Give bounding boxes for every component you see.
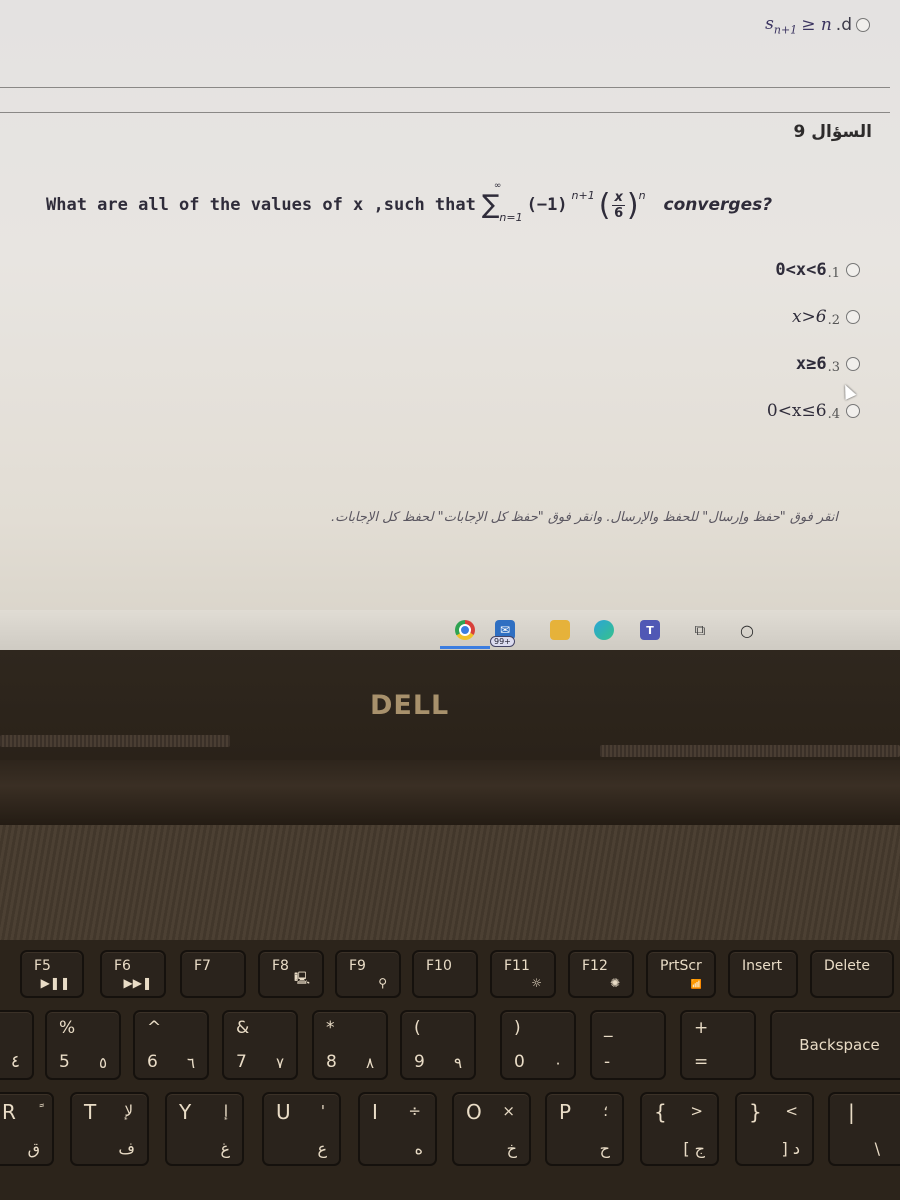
divider — [0, 112, 890, 113]
dell-logo: DELL — [370, 690, 450, 721]
key-f8[interactable]: F8 🖳 — [258, 950, 324, 998]
base-exponent: n+1 — [571, 188, 595, 202]
radio-button-icon[interactable] — [856, 18, 870, 33]
answer-option-4[interactable]: 0<x≤6 .4 — [767, 399, 860, 423]
key-prtscr[interactable]: PrtScr 📶 — [646, 950, 716, 998]
question-title: السؤال 9 — [793, 122, 872, 142]
option-d-relation: ≥ n — [801, 15, 832, 36]
edge-icon[interactable] — [594, 620, 614, 640]
key-t[interactable]: T لإ ف — [70, 1092, 149, 1166]
search-icon[interactable]: ○ — [737, 620, 757, 640]
key-f11[interactable]: F11 ☼ — [490, 950, 556, 998]
question-suffix: converges? — [663, 195, 773, 215]
save-instructions: انقر فوق "حفظ وإرسال" للحفظ والإرسال. وا… — [330, 510, 838, 525]
key-8[interactable]: * 8 ٨ — [312, 1010, 388, 1080]
answer-option-2[interactable]: x>6 .2 — [767, 305, 860, 329]
folder-icon[interactable] — [550, 620, 570, 640]
key-f10[interactable]: F10 — [412, 950, 478, 998]
vent — [600, 745, 900, 757]
key-equals[interactable]: + = — [680, 1010, 756, 1080]
vent — [0, 735, 230, 747]
keyboard: F5 ▶❚❚ F6 ▶▶❚ F7 F8 🖳 F9 ⚲ F10 F11 ☼ F12 ✺ Prt… — [0, 940, 900, 1200]
series-base: (−1) — [526, 195, 568, 215]
key-7[interactable]: & 7 ٧ — [222, 1010, 298, 1080]
question-text: What are all of the values of x ,such th… — [46, 180, 866, 230]
key-o[interactable]: O × خ — [452, 1092, 531, 1166]
outer-exponent: n — [638, 188, 646, 202]
hinge — [0, 760, 900, 825]
radio-button-icon[interactable] — [846, 357, 860, 371]
key-0[interactable]: ) 0 ٠ — [500, 1010, 576, 1080]
key-f5[interactable]: F5 ▶❚❚ — [20, 950, 84, 998]
brightness-down-icon: ☼ — [531, 976, 542, 990]
series-formula: ∑ ∞ n=1 (−1) n+1 ( x 6) n — [481, 181, 646, 224]
answer-option-1[interactable]: 0<x<6 .1 — [767, 258, 860, 282]
option-d-number: .d — [835, 15, 852, 36]
key-right-bracket[interactable]: } <] د — [735, 1092, 814, 1166]
teams-icon[interactable]: T — [640, 620, 660, 640]
question-prefix: What are all of the values of x ,such th… — [46, 195, 476, 215]
brightness-up-icon: ✺ — [609, 976, 620, 990]
key-f6[interactable]: F6 ▶▶❚ — [100, 950, 166, 998]
key-minus[interactable]: _ - — [590, 1010, 666, 1080]
chrome-icon[interactable] — [455, 620, 475, 640]
key-r[interactable]: Rًق — [0, 1092, 54, 1166]
answer-options: 0<x<6 .1 x>6 .2 x≥6 .3 0<x≤6 .4 — [767, 258, 860, 446]
display-switch-icon: 🖳 — [293, 971, 310, 985]
wireless-icon: 📶 — [690, 980, 702, 990]
key-4[interactable]: ٤ — [0, 1010, 34, 1080]
divider — [0, 87, 890, 88]
key-u[interactable]: U ' ع — [262, 1092, 341, 1166]
answer-option-3[interactable]: x≥6 .3 — [767, 352, 860, 376]
key-left-bracket[interactable]: {>[ ج — [640, 1092, 719, 1166]
key-insert[interactable]: Insert — [728, 950, 798, 998]
keyboard-surround — [0, 825, 900, 950]
play-pause-icon: ▶❚❚ — [40, 976, 70, 990]
taskbar: ✉ 99+ T ⧉ ○ — [0, 610, 900, 650]
radio-button-icon[interactable] — [846, 263, 860, 277]
task-view-icon[interactable]: ⧉ — [690, 620, 710, 640]
key-y[interactable]: Yإغ — [165, 1092, 244, 1166]
key-backspace[interactable]: Backspace — [770, 1010, 900, 1080]
search-icon: ⚲ — [378, 976, 387, 990]
key-f9[interactable]: F9 ⚲ — [335, 950, 401, 998]
radio-button-icon[interactable] — [846, 310, 860, 324]
key-p[interactable]: P ؛ ح — [545, 1092, 624, 1166]
option-d-math: sn+1 — [765, 14, 798, 37]
previous-question-option-d[interactable]: sn+1 ≥ n .d — [765, 14, 870, 36]
active-app-indicator — [440, 646, 490, 649]
key-delete[interactable]: Delete — [810, 950, 894, 998]
next-track-icon: ▶▶❚ — [123, 976, 152, 990]
key-i[interactable]: I ÷ ه — [358, 1092, 437, 1166]
key-9[interactable]: (9 ٩ — [400, 1010, 476, 1080]
sigma-icon: ∑ ∞ n=1 — [481, 181, 523, 224]
key-f12[interactable]: F12 ✺ — [568, 950, 634, 998]
browser-screen: sn+1 ≥ n .d السؤال 9 What are all of the… — [0, 0, 900, 650]
mail-badge: 99+ — [490, 636, 515, 647]
fraction-group: ( x 6) — [598, 187, 639, 223]
key-backslash[interactable]: | \ — [828, 1092, 900, 1166]
key-6[interactable]: ^ 6 ٦ — [133, 1010, 209, 1080]
key-f7[interactable]: F7 — [180, 950, 246, 998]
key-5[interactable]: % 5 ٥ — [45, 1010, 121, 1080]
radio-button-icon[interactable] — [846, 404, 860, 418]
